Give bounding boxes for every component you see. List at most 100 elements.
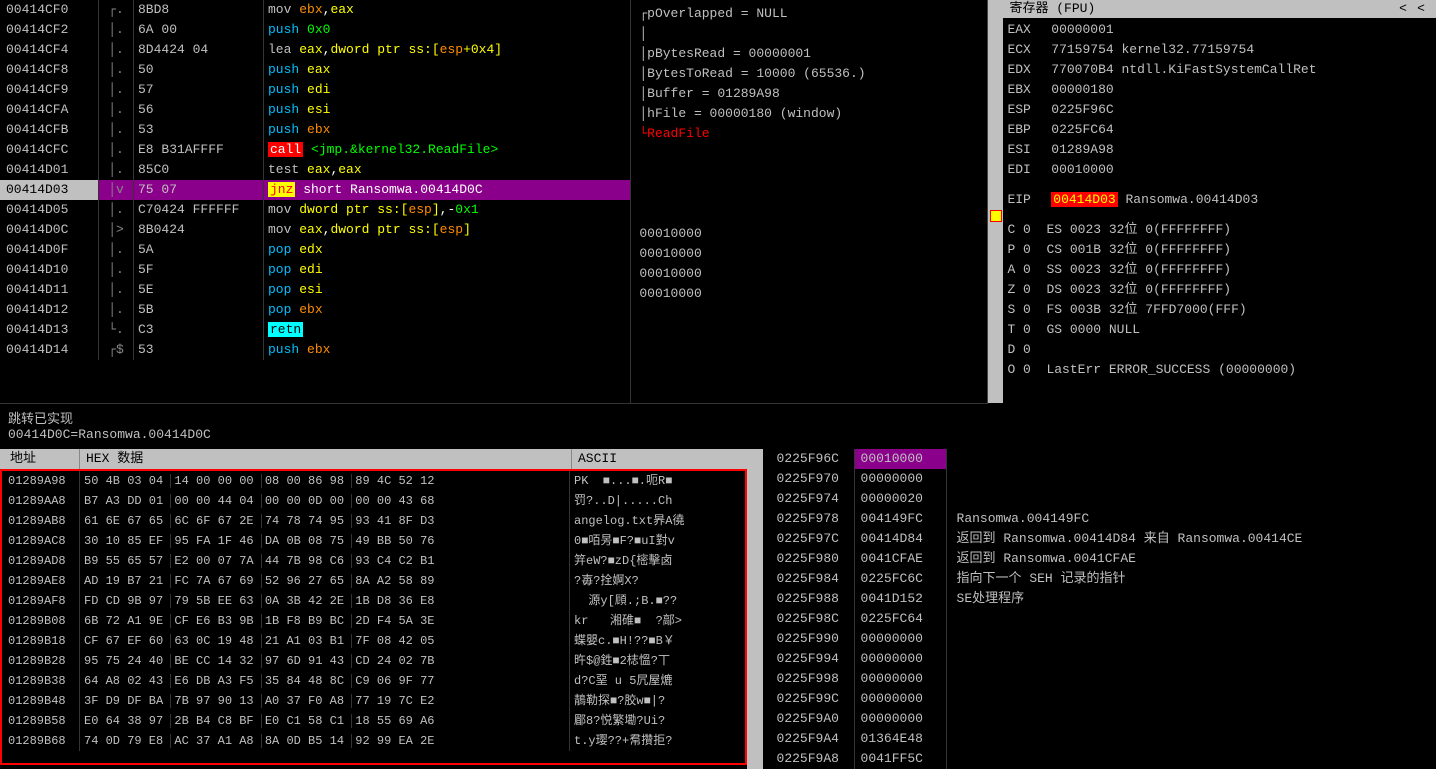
stack-row[interactable]: 0225F99000000000 [763,629,1436,649]
stack-row[interactable]: 0225F98C0225FC64 [763,609,1436,629]
stack-pane[interactable]: 0225F96C000100000225F970000000000225F974… [763,449,1436,769]
flag-line[interactable]: A 0 SS 0023 32位 0(FFFFFFFF) [1007,260,1432,280]
hex-scrollbar[interactable] [747,449,763,769]
hex-body[interactable]: 01289A9850 4B 03 04 14 00 00 00 08 00 86… [0,469,747,765]
disasm-address[interactable]: 00414D01 [0,160,98,180]
disasm-address[interactable]: 00414CF4 [0,40,98,60]
disasm-address[interactable]: 00414CFA [0,100,98,120]
disasm-address[interactable]: 00414D05 [0,200,98,220]
disasm-row[interactable]: 00414CF9│.57push edi [0,80,630,100]
disasm-address[interactable]: 00414D12 [0,300,98,320]
stack-row[interactable]: 0225F97C00414D84返回到 Ransomwa.00414D84 来自… [763,529,1436,549]
disasm-address[interactable]: 00414D13 [0,320,98,340]
disasm-address[interactable]: 00414CFB [0,120,98,140]
disasm-row[interactable]: 00414D03│v75 07jnz short Ransomwa.00414D… [0,180,630,200]
hex-row[interactable]: 01289AC830 10 85 EF 95 FA 1F 46 DA 0B 08… [2,531,745,551]
registers-header: 寄存器 (FPU) << [1003,0,1436,18]
prev-icon[interactable]: < [1394,0,1412,18]
stack-row[interactable]: 0225F9A000000000 [763,709,1436,729]
stack-value: 0225FC64 [855,609,947,629]
register-line[interactable]: ESI 01289A98 [1007,140,1432,160]
flag-line[interactable]: D 0 [1007,340,1432,360]
disasm-address[interactable]: 00414D0C [0,220,98,240]
disasm-row[interactable]: 00414D01│.85C0test eax,eax [0,160,630,180]
hex-row[interactable]: 01289AA8B7 A3 DD 01 00 00 44 04 00 00 0D… [2,491,745,511]
stack-row[interactable]: 0225F97000000000 [763,469,1436,489]
disasm-address[interactable]: 00414CFC [0,140,98,160]
disasm-address[interactable]: 00414CF8 [0,60,98,80]
hex-row[interactable]: 01289A9850 4B 03 04 14 00 00 00 08 00 86… [2,471,745,491]
disasm-row[interactable]: 00414D11│.5Epop esi [0,280,630,300]
hex-row[interactable]: 01289B58E0 64 38 97 2B B4 C8 BF E0 C1 58… [2,711,745,731]
disasm-row[interactable]: 00414D05│.C70424 FFFFFFmov dword ptr ss:… [0,200,630,220]
disasm-row[interactable]: 00414CF8│.50push eax [0,60,630,80]
hex-row[interactable]: 01289B6874 0D 79 E8 AC 37 A1 A8 8A 0D B5… [2,731,745,751]
stack-row[interactable]: 0225F9880041D152SE处理程序 [763,589,1436,609]
hex-row[interactable]: 01289B2895 75 24 40 BE CC 14 32 97 6D 91… [2,651,745,671]
disasm-address[interactable]: 00414D0F [0,240,98,260]
stack-row[interactable]: 0225F99800000000 [763,669,1436,689]
stack-row[interactable]: 0225F978004149FCRansomwa.004149FC [763,509,1436,529]
disasm-row[interactable]: 00414D10│.5Fpop edi [0,260,630,280]
disasm-row[interactable]: 00414CF0┌.8BD8mov ebx,eax [0,0,630,20]
disassembly-pane[interactable]: 00414CF0┌.8BD8mov ebx,eax00414CF2│.6A 00… [0,0,630,403]
register-line[interactable]: ESP 0225F96C [1007,100,1432,120]
eip-line[interactable]: EIP 00414D03 Ransomwa.00414D03 [1007,190,1432,210]
stack-row[interactable]: 0225F9A401364E48 [763,729,1436,749]
hex-row[interactable]: 01289B483F D9 DF BA 7B 97 90 13 A0 37 F0… [2,691,745,711]
flag-line[interactable]: C 0 ES 0023 32位 0(FFFFFFFF) [1007,220,1432,240]
disasm-row[interactable]: 00414D13└.C3retn [0,320,630,340]
hex-row[interactable]: 01289B086B 72 A1 9E CF E6 B3 9B 1B F8 B9… [2,611,745,631]
flag-line[interactable]: S 0 FS 003B 32位 7FFD7000(FFF) [1007,300,1432,320]
info-line: └ReadFile [639,124,979,144]
disasm-row[interactable]: 00414D12│.5Bpop ebx [0,300,630,320]
scrollbar-gutter[interactable] [988,0,1003,403]
register-nav-buttons[interactable]: << [1394,0,1430,18]
flag-line[interactable] [1007,380,1432,400]
disasm-address[interactable]: 00414CF9 [0,80,98,100]
stack-row[interactable]: 0225F9800041CFAE返回到 Ransomwa.0041CFAE [763,549,1436,569]
stack-row[interactable]: 0225F96C00010000 [763,449,1436,469]
hex-dump-pane[interactable]: 地址 HEX 数据 ASCII 01289A9850 4B 03 04 14 0… [0,449,747,769]
register-line[interactable]: EBP 0225FC64 [1007,120,1432,140]
flag-line[interactable]: T 0 GS 0000 NULL [1007,320,1432,340]
register-line[interactable]: EAX 00000001 [1007,20,1432,40]
registers-pane[interactable]: 寄存器 (FPU) << EAX 00000001 ECX 77159754 k… [1003,0,1436,403]
disasm-address[interactable]: 00414D03 [0,180,98,200]
hex-row[interactable]: 01289AF8FD CD 9B 97 79 5B EE 63 0A 3B 42… [2,591,745,611]
flag-line[interactable]: P 0 CS 001B 32位 0(FFFFFFFF) [1007,240,1432,260]
disasm-address[interactable]: 00414D10 [0,260,98,280]
hex-row[interactable]: 01289AD8B9 55 65 57 E2 00 07 7A 44 7B 98… [2,551,745,571]
disasm-row[interactable]: 00414CFC│.E8 B31AFFFFcall <jmp.&kernel32… [0,140,630,160]
register-line[interactable]: EBX 00000180 [1007,80,1432,100]
disasm-row[interactable]: 00414D14┌$53push ebx [0,340,630,360]
register-line[interactable]: EDX 770070B4 ntdll.KiFastSystemCallRet [1007,60,1432,80]
stack-row[interactable]: 0225F99400000000 [763,649,1436,669]
disasm-row[interactable]: 00414D0F│.5Apop edx [0,240,630,260]
hex-row[interactable]: 01289B3864 A8 02 43 E6 DB A3 F5 35 84 48… [2,671,745,691]
hex-bytes: B7 A3 DD 01 00 00 44 04 00 00 0D 00 00 0… [80,491,570,511]
stack-row[interactable]: 0225F99C00000000 [763,689,1436,709]
hex-row[interactable]: 01289B18CF 67 EF 60 63 0C 19 48 21 A1 03… [2,631,745,651]
disasm-row[interactable]: 00414CF2│.6A 00push 0x0 [0,20,630,40]
hex-row[interactable]: 01289AB861 6E 67 65 6C 6F 67 2E 74 78 74… [2,511,745,531]
disasm-address[interactable]: 00414CF2 [0,20,98,40]
stack-row[interactable]: 0225F9840225FC6C指向下一个 SEH 记录的指针 [763,569,1436,589]
disasm-row[interactable]: 00414CFB│.53push ebx [0,120,630,140]
disasm-address[interactable]: 00414D11 [0,280,98,300]
stack-row[interactable]: 0225F97400000020 [763,489,1436,509]
breakpoint-marker[interactable] [990,210,1002,222]
register-line[interactable]: ECX 77159754 kernel32.77159754 [1007,40,1432,60]
disasm-address[interactable]: 00414CF0 [0,0,98,20]
prev-icon-2[interactable]: < [1412,0,1430,18]
register-line[interactable]: EDI 00010000 [1007,160,1432,180]
disasm-address[interactable]: 00414D14 [0,340,98,360]
flag-line[interactable]: Z 0 DS 0023 32位 0(FFFFFFFF) [1007,280,1432,300]
info-pane[interactable]: ┌pOverlapped = NULL││pBytesRead = 000000… [630,0,987,403]
disasm-row[interactable]: 00414D0C│>8B0424mov eax,dword ptr ss:[es… [0,220,630,240]
hex-row[interactable]: 01289AE8AD 19 B7 21 FC 7A 67 69 52 96 27… [2,571,745,591]
stack-row[interactable]: 0225F9A80041FF5C [763,749,1436,769]
disasm-row[interactable]: 00414CF4│.8D4424 04lea eax,dword ptr ss:… [0,40,630,60]
disasm-row[interactable]: 00414CFA│.56push esi [0,100,630,120]
flag-line[interactable]: O 0 LastErr ERROR_SUCCESS (00000000) [1007,360,1432,380]
